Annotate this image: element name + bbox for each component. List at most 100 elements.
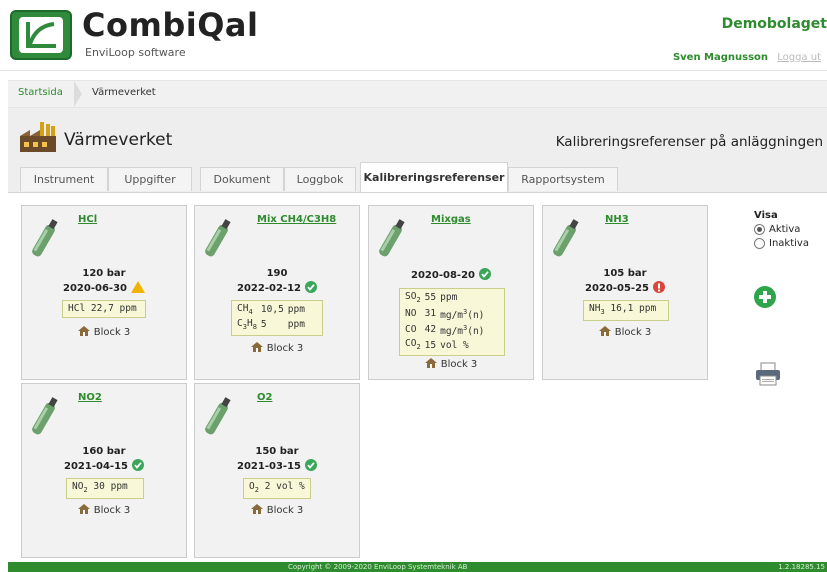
copyright-text: Copyright © 2009-2020 EnviLoop Systemtek… — [288, 563, 468, 571]
component-value: 30 — [93, 481, 105, 492]
print-icon[interactable] — [755, 362, 781, 386]
pressure-value: 160 bar — [82, 446, 126, 457]
radio-label: Aktiva — [769, 224, 801, 235]
component-unit: vol % — [276, 481, 305, 492]
breadcrumb: Startsida Värmeverket — [8, 80, 827, 108]
component-value: 31 — [424, 307, 437, 319]
filter-option-inaktiva[interactable]: Inaktiva — [754, 238, 809, 249]
footer: Copyright © 2009-2020 EnviLoop Systemtek… — [8, 562, 827, 572]
logout-link[interactable]: Logga ut — [777, 52, 821, 63]
expiry-date: 2020-05-25 — [543, 281, 707, 294]
component-value: 22,7 — [90, 303, 114, 314]
component-value: 42 — [424, 324, 437, 336]
company-name: Demobolaget — [721, 16, 827, 32]
tab-rapportsystem[interactable]: Rapportsystem — [508, 167, 618, 191]
pressure-value: 150 bar — [255, 446, 299, 457]
reference-name-link[interactable]: HCl — [78, 214, 97, 225]
component-formula: C3H8 — [237, 317, 257, 331]
site-title: Värmeverket — [64, 130, 173, 150]
radio-label: Inaktiva — [769, 238, 809, 249]
factory-icon — [20, 122, 56, 152]
tab-dokument[interactable]: Dokument — [200, 167, 284, 191]
reference-name-link[interactable]: Mixgas — [431, 214, 471, 225]
location-text: Block 3 — [266, 343, 304, 354]
location: Block 3 — [543, 326, 707, 338]
reference-name-link[interactable]: O2 — [257, 392, 272, 403]
ok-check-icon — [304, 459, 317, 471]
ok-check-icon — [478, 268, 491, 280]
component-value: 55 — [424, 292, 437, 304]
date-text: 2020-06-30 — [63, 283, 127, 294]
logo-icon — [19, 17, 63, 53]
location: Block 3 — [369, 358, 533, 370]
component-value: 15 — [424, 339, 437, 351]
location-text: Block 3 — [440, 359, 478, 370]
location: Block 3 — [195, 504, 359, 516]
expiry-date: 2020-06-30 — [22, 281, 186, 294]
top-bar: CombiQal EnviLoop software Demobolaget S… — [0, 0, 827, 72]
date-text: 2020-05-25 — [585, 283, 649, 294]
pressure-value: 105 bar — [603, 268, 647, 279]
gas-cylinder-icon — [205, 397, 231, 435]
component-unit: ppm — [110, 481, 128, 492]
reference-card-mixgas: Mixgas 2020-08-20 SO2 55 ppm NO 31 mg/m3(n) … — [368, 205, 534, 380]
component-value: 10,5 — [260, 304, 284, 316]
user-name[interactable]: Sven Magnusson — [673, 52, 768, 63]
expiry-date: 2022-02-12 — [195, 281, 359, 294]
reference-name-link[interactable]: Mix CH4/C3H8 — [257, 214, 336, 225]
tab-instrument[interactable]: Instrument — [20, 167, 108, 191]
pressure-value: 190 — [266, 268, 288, 279]
gas-cylinder-icon — [32, 397, 58, 435]
component-unit: ppm — [287, 304, 305, 316]
gas-cylinder-icon — [553, 219, 579, 257]
tab-uppgifter[interactable]: Uppgifter — [108, 167, 192, 191]
reference-card-mix-ch4-c3h8: Mix CH4/C3H8 190 2022-02-12 CH4 10,5 ppm C… — [194, 205, 360, 380]
expiry-date: 2021-04-15 — [22, 459, 186, 472]
location-text: Block 3 — [93, 505, 131, 516]
reference-name-link[interactable]: NH3 — [605, 214, 629, 225]
filter-option-aktiva[interactable]: Aktiva — [754, 224, 809, 235]
reference-card-hcl: HCl 120 bar 2020-06-30 HCl 22,7 ppm Bloc… — [21, 205, 187, 380]
location: Block 3 — [22, 504, 186, 516]
ok-check-icon — [304, 281, 317, 293]
component-formula: CO2 — [405, 338, 421, 352]
radio-button[interactable] — [754, 224, 765, 235]
warning-icon — [130, 281, 145, 293]
ok-check-icon — [131, 459, 144, 471]
component-value: 16,1 — [610, 303, 634, 314]
component-unit: ppm — [287, 319, 305, 331]
tab-loggbok[interactable]: Loggbok — [284, 167, 356, 191]
home-icon — [77, 504, 90, 514]
version-text: 1.2.18285.15 — [778, 563, 825, 571]
component-formula: HCl — [68, 303, 86, 314]
app-tagline: EnviLoop software — [85, 46, 186, 59]
date-text: 2021-04-15 — [64, 461, 128, 472]
reference-name-link[interactable]: NO2 — [78, 392, 102, 403]
filter-panel: Visa Aktiva Inaktiva — [754, 210, 809, 249]
pressure-value: 120 bar — [82, 268, 126, 279]
filter-label: Visa — [754, 210, 778, 221]
home-icon — [424, 358, 437, 368]
expiry-date: 2020-08-20 — [369, 268, 533, 281]
location-text: Block 3 — [266, 505, 304, 516]
component-formula: CO — [405, 324, 417, 336]
gas-cylinder-icon — [205, 219, 231, 257]
component-box: SO2 55 ppm NO 31 mg/m3(n) CO 42 mg/m3(n) CO2 15… — [399, 288, 505, 357]
tab-kalibreringsreferenser[interactable]: Kalibreringsreferenser — [360, 162, 508, 192]
component-formula: CH4 — [237, 303, 253, 316]
component-value: 5 — [260, 319, 267, 331]
home-icon — [250, 504, 263, 514]
breadcrumb-home[interactable]: Startsida — [18, 87, 63, 98]
component-box: HCl 22,7 ppm — [62, 300, 146, 318]
radio-button[interactable] — [754, 238, 765, 249]
location-text: Block 3 — [614, 327, 652, 338]
date-text: 2022-02-12 — [237, 283, 301, 294]
component-unit: vol % — [440, 339, 469, 351]
component-unit: mg/m3(n) — [440, 324, 485, 338]
app-logo[interactable] — [10, 10, 72, 60]
component-box: NH3 16,1 ppm — [583, 300, 669, 321]
add-reference-button[interactable] — [754, 286, 776, 308]
reference-card-o2: O2 150 bar 2021-03-15 O2 2 vol % Block 3 — [194, 383, 360, 558]
expiry-date: 2021-03-15 — [195, 459, 359, 472]
gas-cylinder-icon — [32, 219, 58, 257]
